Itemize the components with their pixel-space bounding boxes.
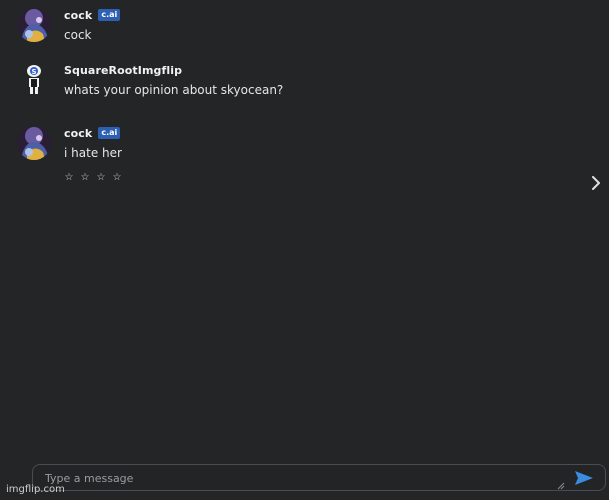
star-icon[interactable]: ☆ bbox=[64, 172, 74, 183]
watermark: imgflip.com bbox=[6, 484, 65, 495]
message-body: SquareRootImgflip whats your opinion abo… bbox=[64, 63, 284, 98]
author-name[interactable]: cock bbox=[64, 127, 92, 140]
star-icon[interactable]: ☆ bbox=[80, 172, 90, 183]
message-composer bbox=[32, 464, 606, 491]
character-avatar-icon[interactable] bbox=[17, 126, 51, 160]
message-header: SquareRootImgflip bbox=[64, 63, 283, 77]
chat-window: cock c.ai cock S SquareRootImgflip whats… bbox=[0, 0, 609, 500]
message-header: cock c.ai bbox=[64, 126, 122, 140]
star-icon[interactable]: ☆ bbox=[112, 172, 122, 183]
message-item: S SquareRootImgflip whats your opinion a… bbox=[17, 63, 283, 97]
message-body: cock c.ai i hate her bbox=[64, 126, 122, 161]
send-icon bbox=[575, 471, 593, 485]
character-avatar-icon[interactable] bbox=[17, 8, 51, 42]
ai-badge: c.ai bbox=[98, 9, 121, 21]
message-item: cock c.ai i hate her bbox=[17, 126, 122, 160]
message-text: i hate her bbox=[64, 146, 122, 160]
send-button[interactable] bbox=[573, 469, 595, 487]
ai-badge: c.ai bbox=[98, 127, 121, 139]
svg-text:S: S bbox=[31, 68, 36, 76]
star-icon[interactable]: ☆ bbox=[96, 172, 106, 183]
user-avatar-icon[interactable]: S bbox=[17, 63, 51, 97]
message-item: cock c.ai cock bbox=[17, 8, 121, 42]
message-text: whats your opinion about skyocean? bbox=[64, 83, 284, 97]
author-name[interactable]: SquareRootImgflip bbox=[64, 64, 182, 77]
resize-handle-icon[interactable] bbox=[557, 475, 565, 494]
star-rating: ☆ ☆ ☆ ☆ bbox=[64, 172, 122, 183]
message-header: cock c.ai bbox=[64, 8, 121, 22]
author-name[interactable]: cock bbox=[64, 9, 92, 22]
message-input[interactable] bbox=[45, 470, 545, 486]
message-text: cock bbox=[64, 28, 92, 42]
message-body: cock c.ai cock bbox=[64, 8, 121, 42]
chevron-right-icon[interactable] bbox=[590, 175, 602, 194]
